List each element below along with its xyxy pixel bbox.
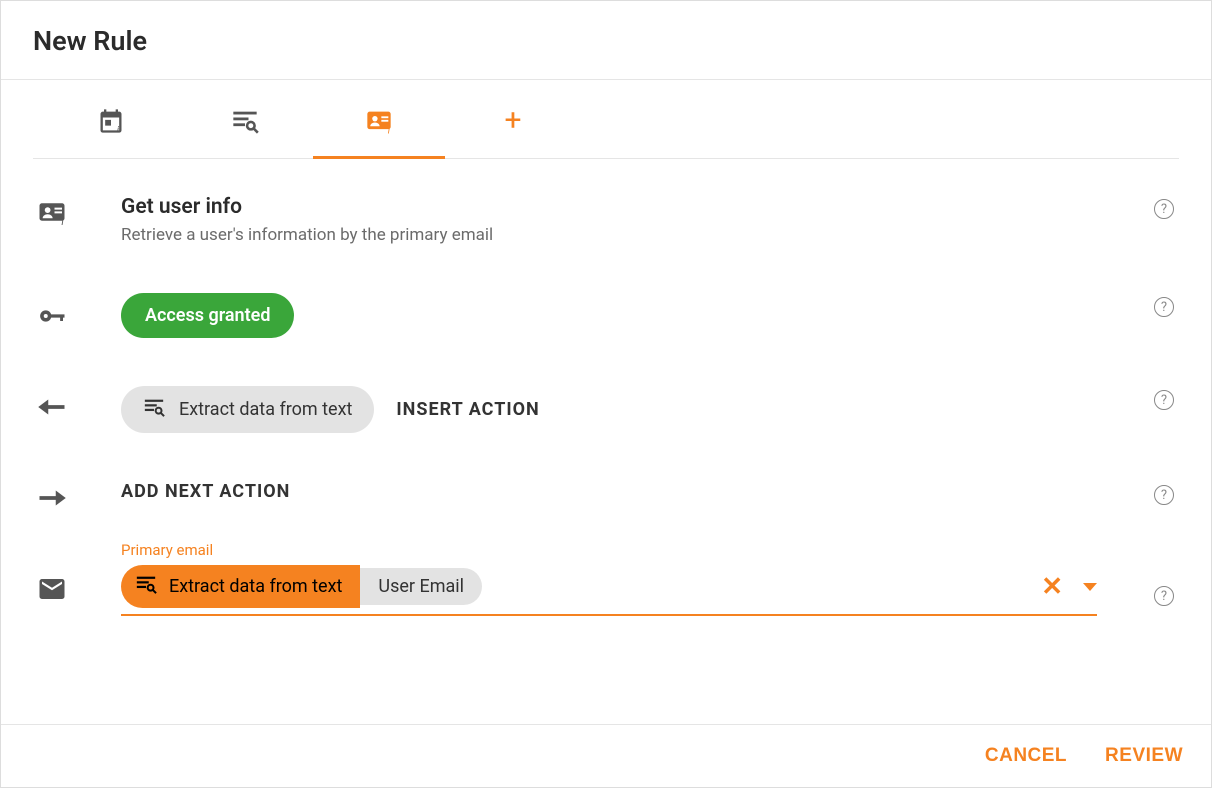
extract-text-icon: [143, 396, 165, 423]
step-next-action: ADD NEXT ACTION ?: [33, 481, 1179, 513]
user-email-chip[interactable]: User Email: [360, 568, 482, 605]
help-icon[interactable]: ?: [1154, 297, 1174, 317]
step-body-access: Access granted: [121, 293, 1097, 338]
step-icon-user-info: i: [35, 195, 69, 227]
key-icon: [37, 301, 67, 331]
content-scroll[interactable]: i: [1, 80, 1211, 724]
insert-action-label[interactable]: INSERT ACTION: [396, 399, 539, 420]
step-icon-email: [35, 574, 69, 616]
arrow-right-icon: [37, 483, 67, 513]
step-icon-key: [35, 293, 69, 331]
step-body-next: ADD NEXT ACTION: [121, 481, 1097, 502]
tab-extract[interactable]: [223, 106, 267, 158]
arrow-left-icon: [37, 392, 67, 422]
extract-chip-label: Extract data from text: [179, 399, 352, 420]
help-icon[interactable]: ?: [1154, 586, 1174, 606]
step-insert-action: Extract data from text INSERT ACTION ?: [33, 386, 1179, 433]
step-help: ?: [1149, 293, 1179, 317]
help-icon[interactable]: ?: [1154, 390, 1174, 410]
step-title: Get user info: [121, 195, 1097, 219]
modal-header: New Rule: [1, 1, 1211, 80]
step-body-insert: Extract data from text INSERT ACTION: [121, 386, 1097, 433]
review-button[interactable]: REVIEW: [1105, 745, 1183, 767]
extract-chip-orange-label: Extract data from text: [169, 576, 342, 597]
step-help: ?: [1149, 386, 1179, 410]
step-help: ?: [1149, 195, 1179, 219]
step-primary-email: Primary email: [33, 541, 1179, 616]
step-icon-arrow-right: [35, 481, 69, 513]
step-get-user-info: i Get user info Retrieve a user's inform…: [33, 195, 1179, 245]
help-icon[interactable]: ?: [1154, 199, 1174, 219]
new-rule-modal: New Rule i: [0, 0, 1212, 788]
modal-footer: CANCEL REVIEW: [1, 724, 1211, 787]
primary-email-field[interactable]: Extract data from text User Email ✕: [121, 565, 1097, 616]
plus-icon: +: [504, 106, 521, 136]
extract-text-icon: [135, 573, 157, 600]
tab-add[interactable]: +: [491, 106, 535, 158]
extract-chip-orange[interactable]: Extract data from text: [121, 565, 360, 608]
help-icon[interactable]: ?: [1154, 485, 1174, 505]
email-icon: [37, 574, 67, 604]
clear-icon[interactable]: ✕: [1041, 574, 1063, 600]
access-granted-chip[interactable]: Access granted: [121, 293, 294, 338]
tab-calendar[interactable]: i: [89, 106, 133, 158]
step-desc: Retrieve a user's information by the pri…: [121, 225, 1097, 245]
add-next-action-label[interactable]: ADD NEXT ACTION: [121, 481, 290, 502]
tab-user-info[interactable]: i: [357, 106, 401, 158]
step-body: Get user info Retrieve a user's informat…: [121, 195, 1097, 245]
dropdown-caret-icon[interactable]: [1083, 583, 1097, 591]
step-help: ?: [1149, 582, 1179, 616]
step-help: ?: [1149, 481, 1179, 505]
content-wrap: i: [1, 80, 1211, 724]
step-icon-arrow-left: [35, 386, 69, 422]
user-info-card-icon: i: [37, 197, 67, 227]
extract-text-icon: [231, 107, 259, 135]
tab-bar: i: [33, 80, 1179, 159]
primary-email-label: Primary email: [121, 541, 1097, 559]
cancel-button[interactable]: CANCEL: [985, 745, 1067, 767]
step-access: Access granted ?: [33, 293, 1179, 338]
extract-chip[interactable]: Extract data from text: [121, 386, 374, 433]
user-email-chip-label: User Email: [378, 576, 464, 597]
user-info-icon: i: [365, 107, 393, 135]
step-body-email: Primary email: [121, 541, 1097, 616]
field-actions: ✕: [1041, 574, 1097, 600]
calendar-info-icon: i: [97, 107, 125, 135]
modal-title: New Rule: [33, 25, 1179, 57]
